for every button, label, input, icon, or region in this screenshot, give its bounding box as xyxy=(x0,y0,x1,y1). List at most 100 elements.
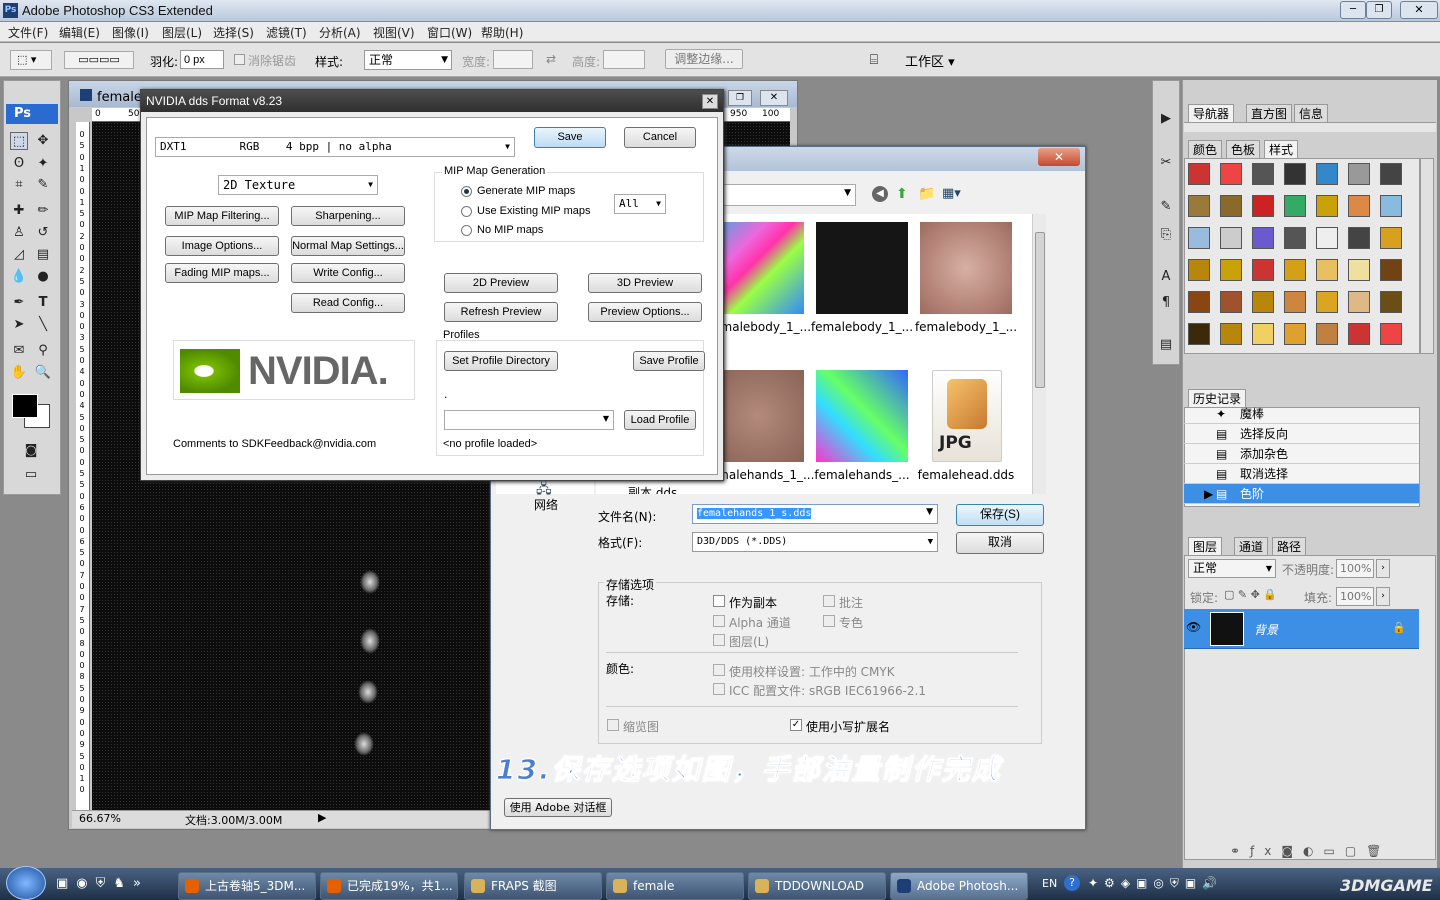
nvidia-cancel-button[interactable]: Cancel xyxy=(624,127,696,148)
style-swatch[interactable] xyxy=(1380,323,1402,345)
as-copy-checkbox[interactable] xyxy=(713,595,725,607)
brush-tool-icon[interactable]: ✏ xyxy=(34,202,52,220)
mip-filtering-button[interactable]: MIP Map Filtering... xyxy=(165,206,279,226)
style-swatch[interactable] xyxy=(1284,291,1306,313)
quick-launch-icons[interactable]: ▣◉⛨♞» xyxy=(56,876,149,891)
eyedropper-icon[interactable]: ⚲ xyxy=(34,342,52,360)
mip-count-select[interactable]: All ▼ xyxy=(614,194,666,214)
doc-restore-button[interactable]: ❐ xyxy=(728,90,752,106)
tab-layers[interactable]: 图层 xyxy=(1188,537,1223,555)
minimize-button[interactable]: ─ xyxy=(1340,1,1366,19)
line-tool-icon[interactable]: ╲ xyxy=(34,316,52,334)
save-dialog-cancel-button[interactable]: 取消 xyxy=(956,532,1044,554)
workspace-button[interactable]: 工作区 ▾ xyxy=(905,51,955,70)
style-swatch[interactable] xyxy=(1348,227,1370,249)
3d-preview-button[interactable]: 3D Preview xyxy=(588,273,702,293)
menu-layer[interactable]: 图层(L) xyxy=(162,24,202,41)
menu-edit[interactable]: 编辑(E) xyxy=(59,24,100,41)
style-swatch[interactable] xyxy=(1316,291,1338,313)
scrollbar-thumb[interactable] xyxy=(1035,232,1045,388)
style-swatch[interactable] xyxy=(1284,163,1306,185)
no-mip-radio[interactable] xyxy=(461,225,472,236)
selection-mode-icons[interactable]: ▭▭▭▭ xyxy=(64,51,134,69)
texture-type-select[interactable]: 2D Texture ▼ xyxy=(218,175,378,195)
fill-input[interactable]: 100% xyxy=(1336,587,1374,606)
preview-options-button[interactable]: Preview Options... xyxy=(588,302,702,322)
path-select-icon[interactable]: ➤ xyxy=(10,316,28,334)
file-list-scrollbar[interactable] xyxy=(1032,214,1046,494)
style-swatch[interactable] xyxy=(1316,323,1338,345)
spot-checkbox[interactable] xyxy=(823,615,835,627)
network-label[interactable]: 网络 xyxy=(534,496,558,513)
swap-icon[interactable]: ⇄ xyxy=(546,52,556,66)
style-swatch[interactable] xyxy=(1220,291,1242,313)
taskbar-item[interactable]: FRAPS 截图 xyxy=(464,872,602,900)
style-swatch[interactable] xyxy=(1188,195,1210,217)
style-swatch[interactable] xyxy=(1220,227,1242,249)
existing-mip-radio[interactable] xyxy=(461,206,472,217)
style-swatch[interactable] xyxy=(1284,195,1306,217)
eraser-tool-icon[interactable]: ◿ xyxy=(10,246,28,264)
help-icon[interactable]: ? xyxy=(1064,875,1080,891)
proof-checkbox[interactable] xyxy=(713,664,725,676)
new-folder-icon[interactable]: 📁 xyxy=(918,186,935,202)
icc-checkbox[interactable] xyxy=(713,683,725,695)
eye-icon[interactable]: 👁 xyxy=(1186,620,1201,634)
thumbnail-checkbox[interactable] xyxy=(607,719,619,731)
zoom-level[interactable]: 66.67% xyxy=(79,812,121,825)
alpha-checkbox[interactable] xyxy=(713,615,725,627)
style-swatch[interactable] xyxy=(1316,227,1338,249)
zoom-tool-icon[interactable]: 🔍 xyxy=(34,364,52,382)
style-swatch[interactable] xyxy=(1188,163,1210,185)
menu-help[interactable]: 帮助(H) xyxy=(481,24,523,41)
style-swatch[interactable] xyxy=(1252,163,1274,185)
hand-tool-icon[interactable]: ✋ xyxy=(10,364,28,382)
start-button[interactable] xyxy=(6,866,46,900)
style-swatch[interactable] xyxy=(1252,227,1274,249)
antialias-checkbox[interactable] xyxy=(234,54,245,65)
style-swatch[interactable] xyxy=(1252,259,1274,281)
jpg-file-icon[interactable]: JPG xyxy=(932,370,1002,462)
load-profile-button[interactable]: Load Profile xyxy=(624,410,696,430)
style-swatch[interactable] xyxy=(1188,227,1210,249)
styles-scrollbar[interactable] xyxy=(1420,158,1434,354)
file-thumbnail[interactable] xyxy=(816,370,908,462)
move-tool-icon[interactable]: ✥ xyxy=(34,132,52,150)
marquee-tool-preset-icon[interactable]: ⬚ ▾ xyxy=(10,50,52,70)
clone-source-dock-icon[interactable]: ⎘ xyxy=(1157,226,1175,244)
style-swatch[interactable] xyxy=(1348,259,1370,281)
generate-mip-radio[interactable] xyxy=(461,186,472,197)
taskbar-item[interactable]: TDDOWNLOAD xyxy=(748,872,886,900)
history-item[interactable]: ▤ 取消选择 xyxy=(1184,464,1419,484)
menu-image[interactable]: 图像(I) xyxy=(112,24,149,41)
gradient-tool-icon[interactable]: ▤ xyxy=(34,246,52,264)
tab-histogram[interactable]: 直方图 xyxy=(1246,104,1293,122)
menu-file[interactable]: 文件(F) xyxy=(8,24,48,41)
file-name[interactable]: femalebody_1_... xyxy=(910,320,1022,334)
marquee-tool-icon[interactable]: ⬚ xyxy=(10,132,28,150)
style-swatch[interactable] xyxy=(1380,227,1402,249)
navigator-dock-icon[interactable]: ▶ xyxy=(1157,110,1175,128)
nvidia-save-button[interactable]: Save xyxy=(534,127,606,148)
style-swatch[interactable] xyxy=(1220,195,1242,217)
back-icon[interactable]: ◀ xyxy=(872,186,888,202)
set-profile-directory-button[interactable]: Set Profile Directory xyxy=(444,351,558,371)
style-swatch[interactable] xyxy=(1188,259,1210,281)
file-name[interactable]: femalehands_... xyxy=(806,468,918,482)
history-item-selected[interactable]: ▶ ▤ 色阶 xyxy=(1184,484,1419,504)
language-indicator[interactable]: EN xyxy=(1042,877,1057,890)
history-item[interactable]: ✦ 魔棒 xyxy=(1184,404,1419,424)
dodge-tool-icon[interactable]: ● xyxy=(34,268,52,286)
menu-view[interactable]: 视图(V) xyxy=(373,24,415,41)
style-swatch[interactable] xyxy=(1252,291,1274,313)
taskbar-item-active[interactable]: Adobe Photosh... xyxy=(890,872,1028,900)
opacity-arrow-icon[interactable]: › xyxy=(1376,559,1390,578)
style-swatch[interactable] xyxy=(1220,259,1242,281)
style-select[interactable]: 正常 ▼ xyxy=(364,50,452,70)
nvidia-close-button[interactable]: ✕ xyxy=(702,94,718,109)
style-swatch[interactable] xyxy=(1380,291,1402,313)
style-swatch[interactable] xyxy=(1220,163,1242,185)
width-input[interactable] xyxy=(493,50,533,69)
refresh-preview-button[interactable]: Refresh Preview xyxy=(444,302,558,322)
feather-input[interactable] xyxy=(180,50,224,69)
